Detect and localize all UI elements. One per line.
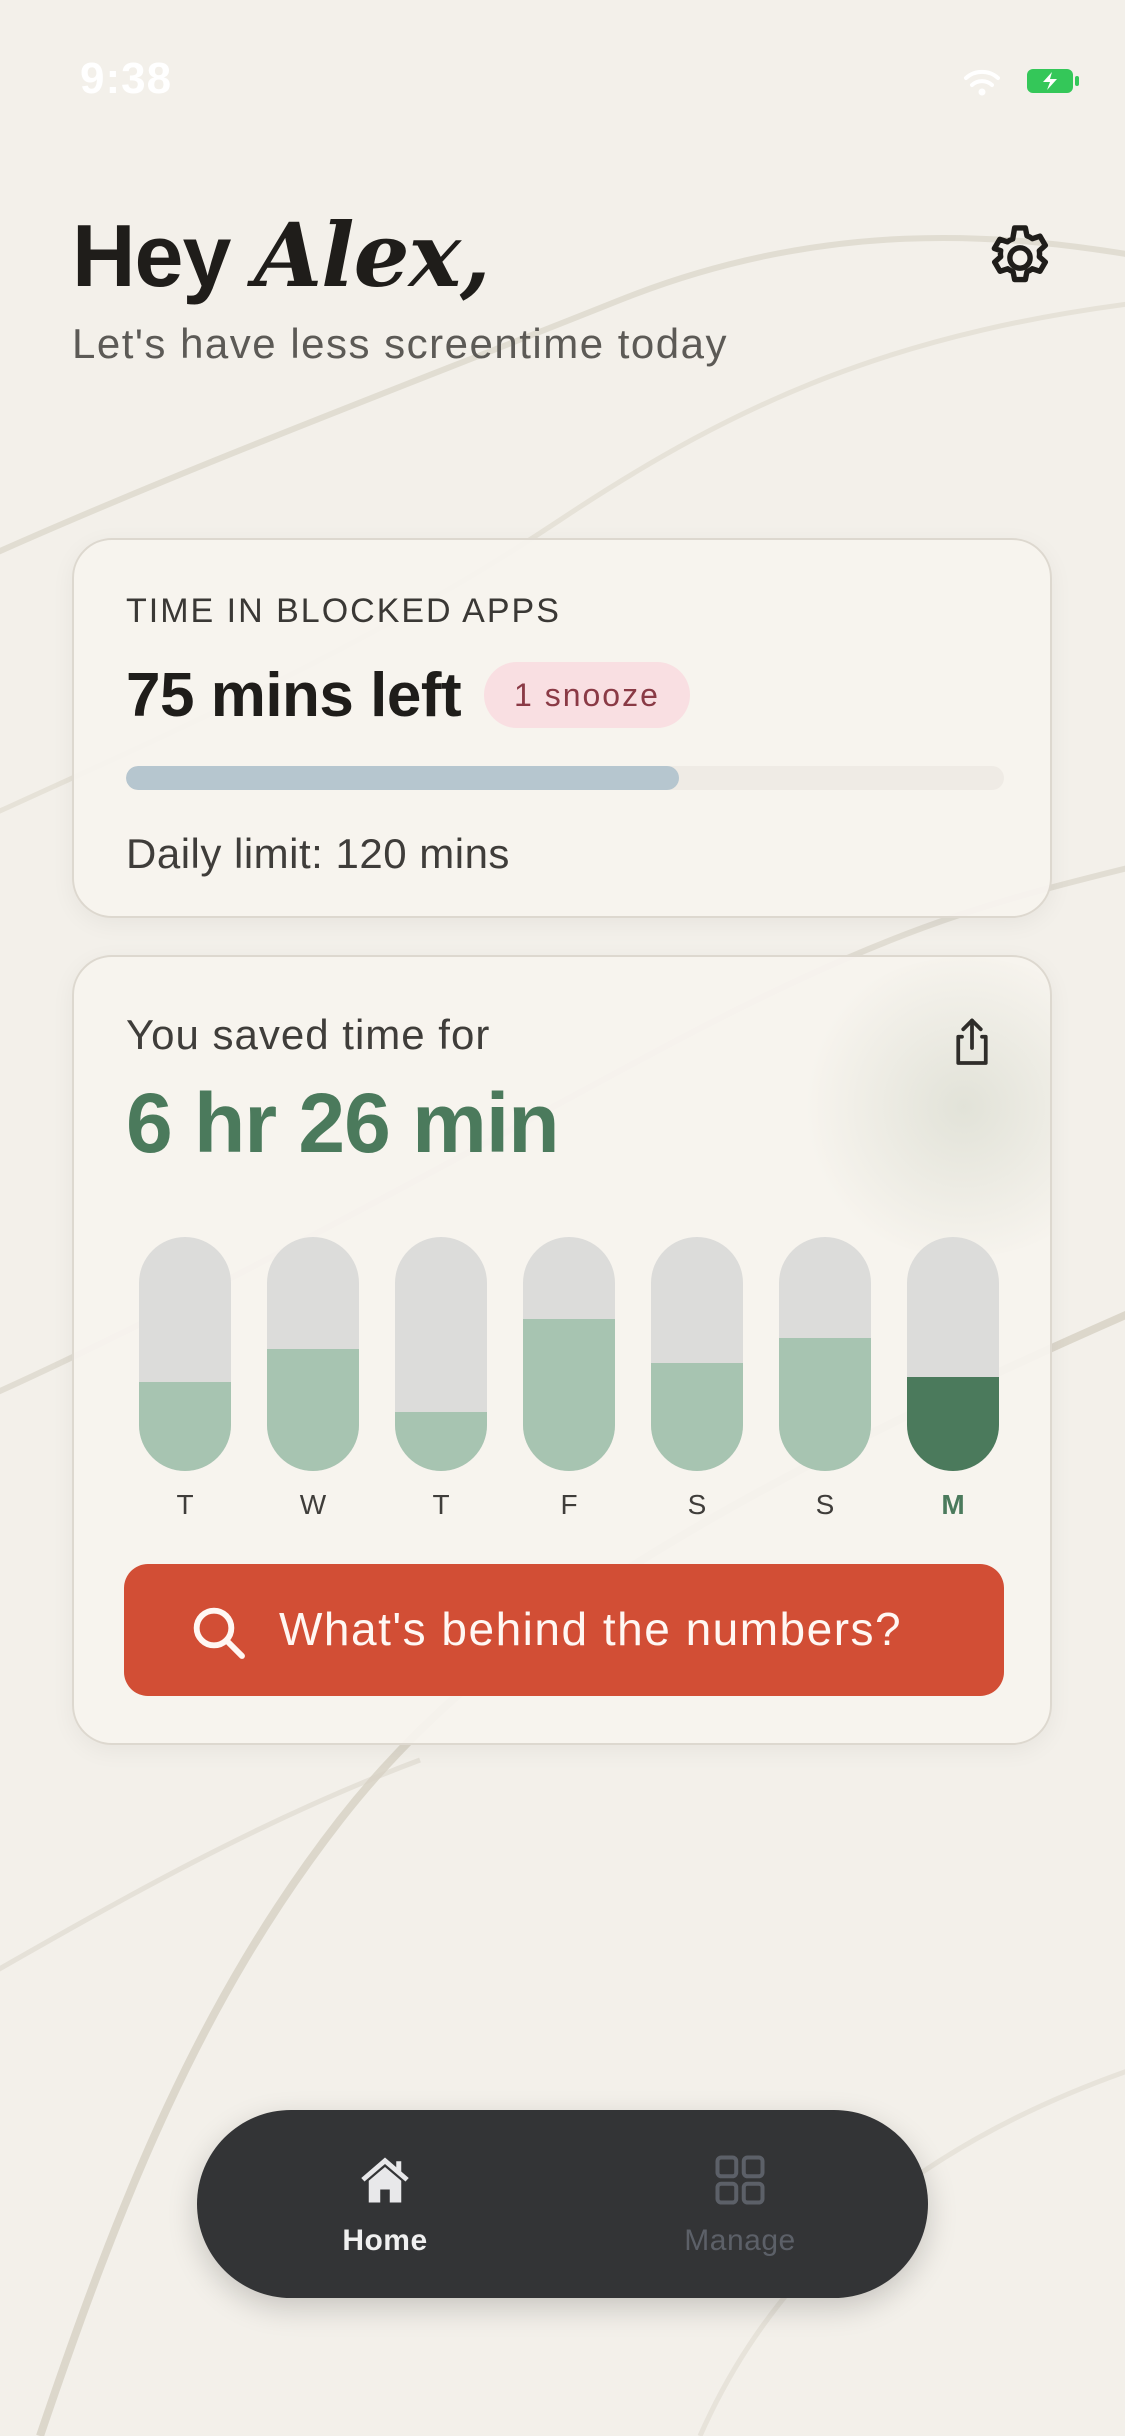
settings-button[interactable] (982, 220, 1058, 296)
day-bar-track (907, 1237, 999, 1471)
status-time: 9:38 (80, 54, 173, 103)
usage-progress-bar (126, 766, 1004, 790)
day-label: T (432, 1489, 450, 1520)
greeting-prefix: Hey (72, 206, 231, 305)
day-bar: S (779, 1237, 871, 1527)
daily-limit-text: Daily limit: 120 mins (126, 830, 510, 877)
share-icon (956, 1018, 988, 1065)
greeting-title: Hey Alex, (72, 200, 1052, 310)
home-icon (361, 2157, 409, 2203)
day-bar-fill (779, 1338, 871, 1471)
gear-icon (991, 225, 1049, 283)
day-label: S (687, 1489, 707, 1520)
numbers-insight-button[interactable]: What's behind the numbers? (124, 1564, 1004, 1696)
blocked-apps-card: TIME IN BLOCKED APPS 75 mins left 1 snoo… (72, 538, 1052, 918)
battery-charging-icon (1027, 69, 1079, 93)
day-bar-track (139, 1237, 231, 1471)
tab-manage[interactable]: Manage (640, 2150, 840, 2260)
blocked-apps-heading: TIME IN BLOCKED APPS (126, 592, 561, 630)
day-bar-track (651, 1237, 743, 1471)
day-bar: M (907, 1237, 999, 1527)
day-bar: T (395, 1237, 487, 1527)
search-icon (193, 1607, 245, 1659)
time-remaining: 75 mins left (126, 661, 462, 730)
bottom-tab-bar: Home Manage (197, 2110, 928, 2298)
user-name: Alex, (253, 203, 491, 307)
day-label: T (176, 1489, 194, 1520)
decorative-glow (794, 957, 1050, 1257)
day-label: F (560, 1489, 578, 1520)
tab-home[interactable]: Home (285, 2150, 485, 2260)
day-bar-fill (651, 1363, 743, 1471)
day-bar: T (139, 1237, 231, 1527)
day-bar-track (523, 1237, 615, 1471)
tab-home-label: Home (342, 2224, 428, 2257)
day-label: S (815, 1489, 835, 1520)
greeting-header: Hey Alex, Let's have less screentime tod… (72, 200, 1052, 368)
snooze-badge: 1 snooze (484, 662, 690, 728)
day-bar: S (651, 1237, 743, 1527)
time-saved-label: You saved time for (126, 1011, 491, 1058)
tab-manage-label: Manage (684, 2224, 796, 2257)
status-bar: 9:38 (0, 0, 1125, 150)
day-bar-fill (139, 1382, 231, 1471)
greeting-subtitle: Let's have less screentime today (72, 320, 728, 367)
numbers-insight-label: What's behind the numbers? (279, 1603, 903, 1655)
day-label: W (299, 1489, 327, 1520)
weekly-saved-chart: TWTFSSM (139, 1237, 999, 1527)
day-bar-track (779, 1237, 871, 1471)
day-bar-track (267, 1237, 359, 1471)
day-bar: F (523, 1237, 615, 1527)
day-bar-fill (395, 1412, 487, 1471)
grid-icon (715, 2155, 765, 2205)
day-bar-fill (267, 1349, 359, 1471)
day-bar-fill (907, 1377, 999, 1471)
usage-progress-fill (126, 766, 680, 790)
day-bar-track (395, 1237, 487, 1471)
day-label: M (941, 1489, 965, 1520)
time-saved-value: 6 hr 26 min (126, 1076, 560, 1170)
day-bar-fill (523, 1319, 615, 1471)
wifi-icon (964, 69, 1000, 96)
share-button[interactable] (942, 1013, 1002, 1073)
day-bar: W (267, 1237, 359, 1527)
time-saved-card: You saved time for 6 hr 26 min T W T F S S M W… (72, 955, 1052, 1745)
